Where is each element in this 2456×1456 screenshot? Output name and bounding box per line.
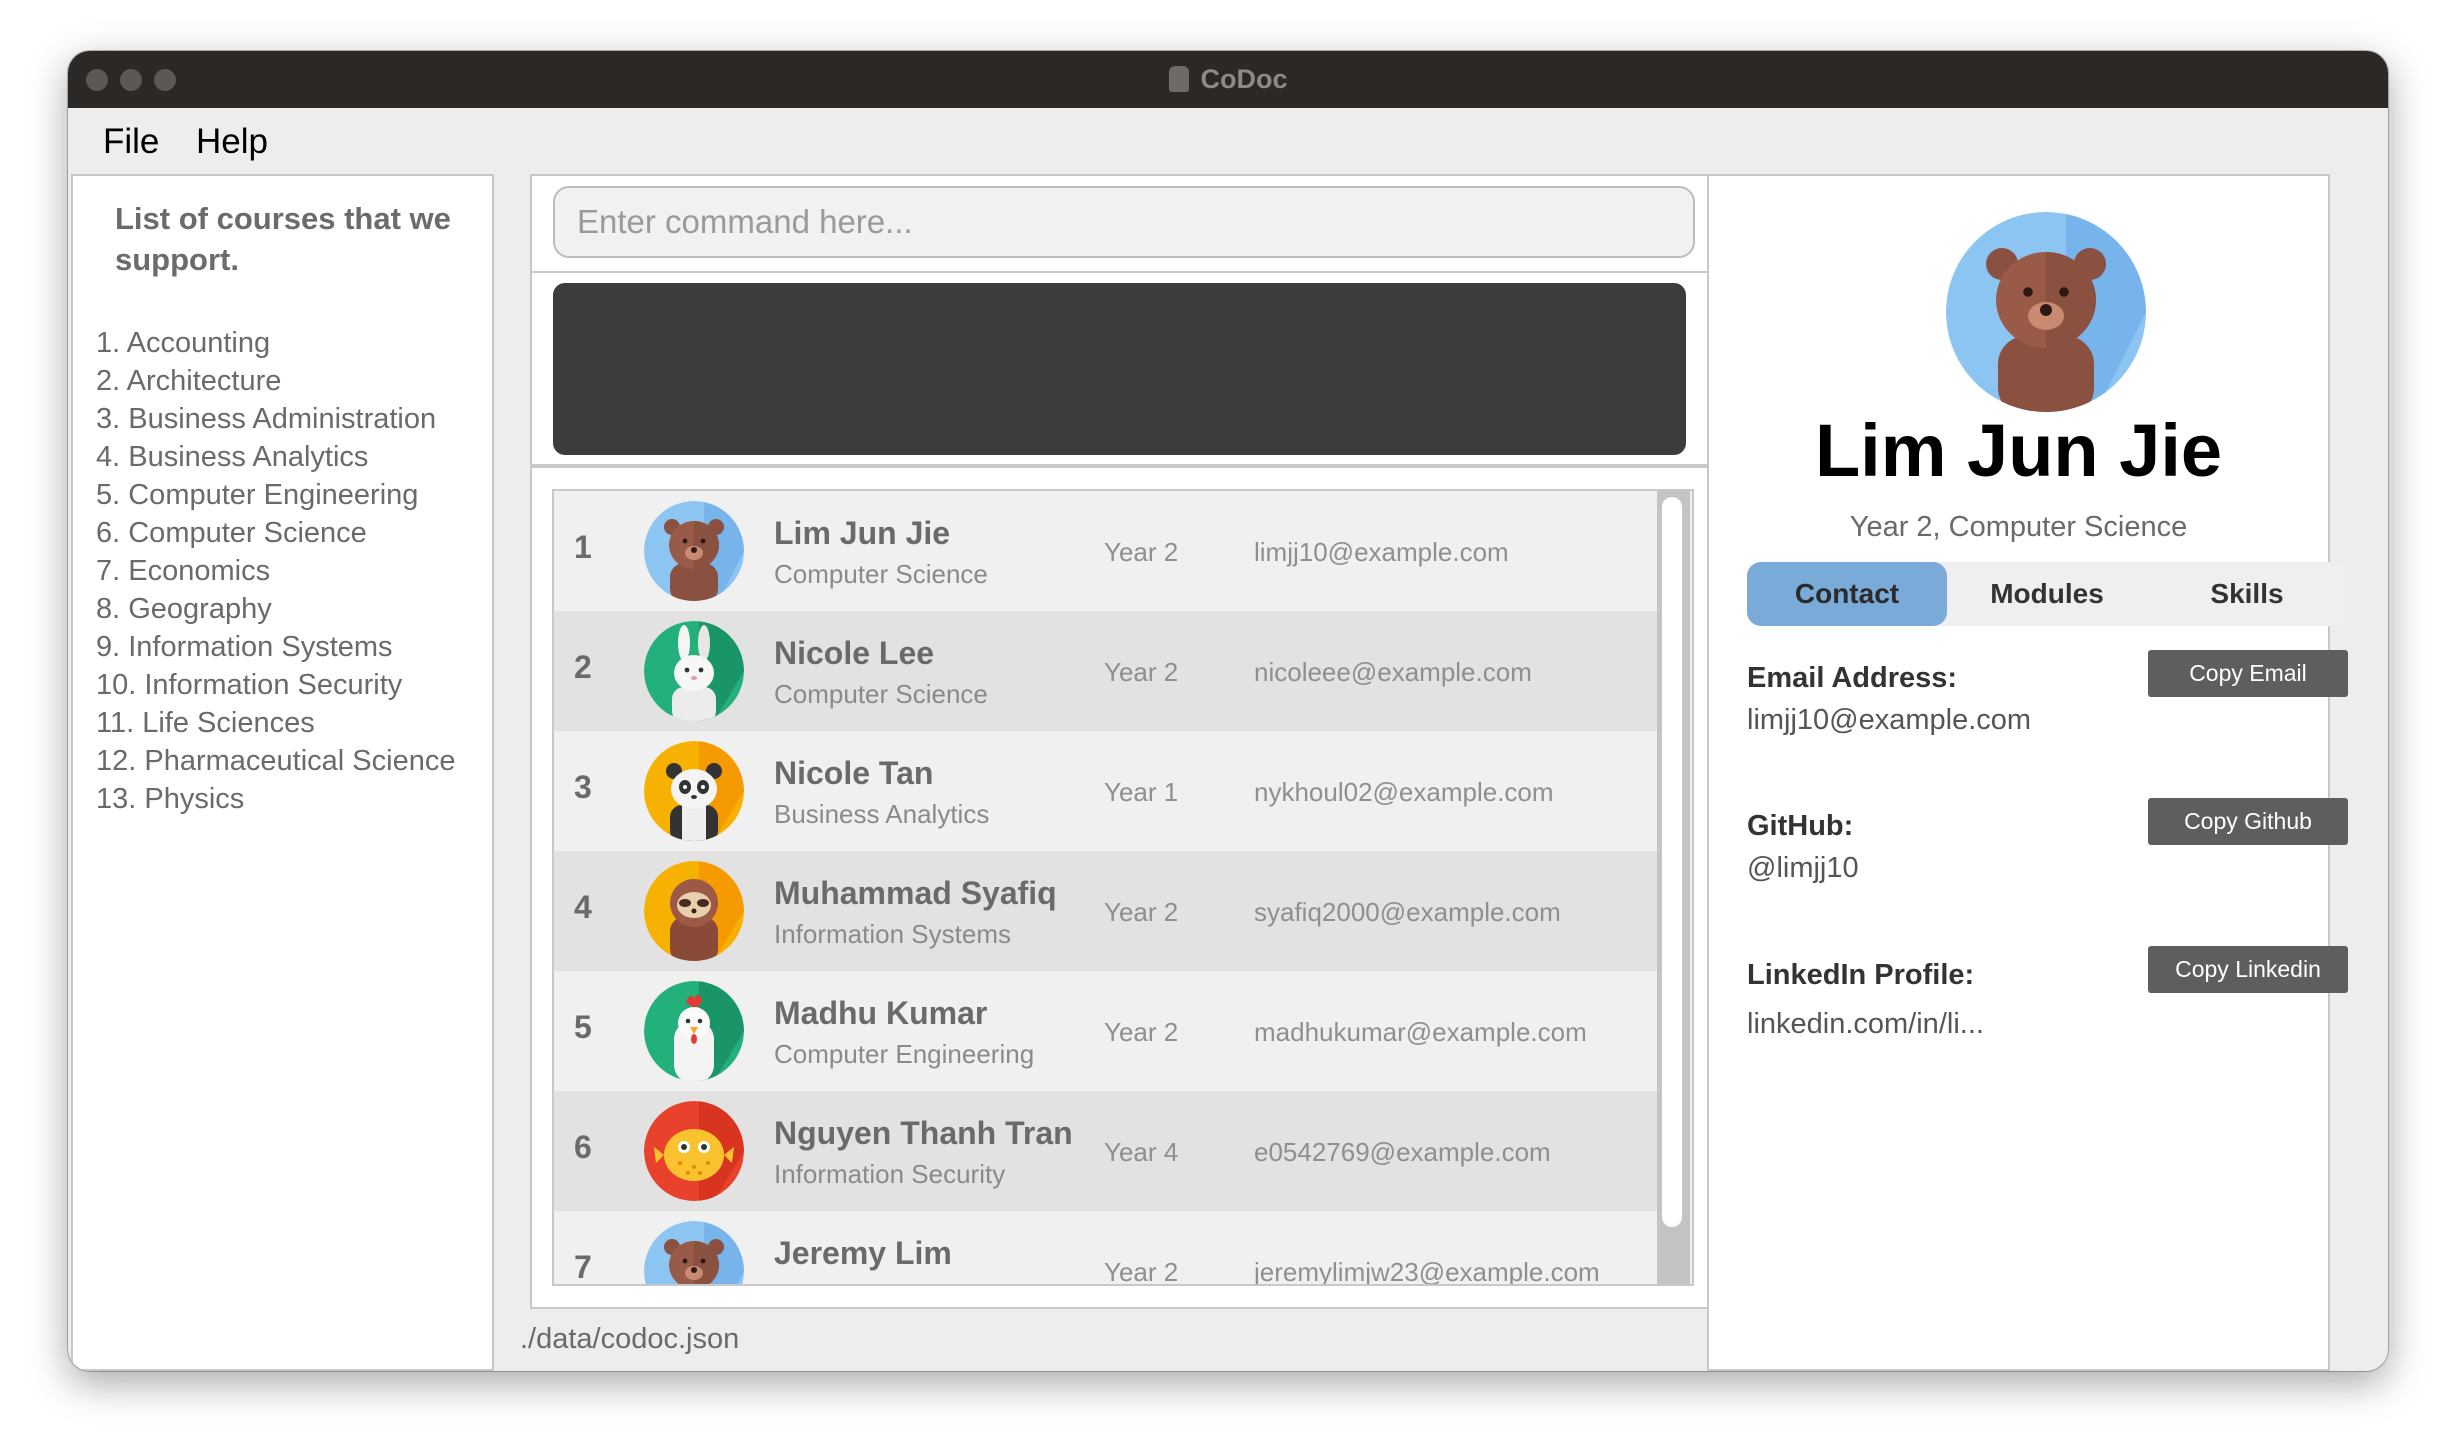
window-title-text: CoDoc [1200, 64, 1288, 94]
app-window: CoDoc File Help List of courses that we … [68, 51, 2388, 1371]
person-course: Computer Science [774, 679, 988, 709]
person-list-scrollbar[interactable] [1657, 491, 1690, 1284]
person-name: Nguyen Thanh Tran [774, 1115, 1073, 1151]
course-item: 2. Architecture [96, 365, 282, 397]
result-panel [530, 271, 1737, 466]
github-label: GitHub: [1747, 810, 1854, 842]
course-item: 12. Pharmaceutical Science [96, 745, 456, 777]
person-index: 1 [574, 529, 592, 565]
person-index: 5 [574, 1009, 592, 1045]
course-list-panel: List of courses that we support. 1. Acco… [71, 174, 494, 1371]
person-course: Computer Engineering [774, 1039, 1035, 1069]
scrollbar-thumb[interactable] [1662, 497, 1682, 1227]
linkedin-label: LinkedIn Profile: [1747, 959, 1975, 991]
menu-file[interactable]: File [103, 122, 159, 162]
person-list: 1 Lim Jun Jie Computer Science Year 2 limjj… [552, 489, 1694, 1286]
bear-icon [1946, 212, 2146, 412]
detail-subtitle: Year 2, Computer Science [1849, 511, 2188, 543]
person-year: Year 1 [1104, 777, 1179, 807]
email-value: limjj10@example.com [1747, 704, 2032, 736]
person-name: Nicole Lee [774, 635, 935, 671]
person-course: Information Systems [774, 919, 1011, 949]
copy-email-button[interactable]: Copy Email [2148, 650, 2348, 697]
person-email: jeremylimjw23@example.com [1254, 1257, 1600, 1286]
person-index: 6 [574, 1129, 592, 1165]
person-card[interactable]: 6 Nguyen Thanh Tran Information Security Y… [554, 1091, 1657, 1211]
course-item: 11. Life Sciences [96, 707, 315, 739]
person-index: 2 [574, 649, 592, 685]
person-year: Year 4 [1104, 1137, 1179, 1167]
tab-contact[interactable]: Contact [1747, 562, 1947, 626]
person-year: Year 2 [1104, 897, 1179, 927]
window-title: CoDoc [68, 51, 2388, 108]
person-year: Year 2 [1104, 537, 1179, 567]
person-year: Year 2 [1104, 1017, 1179, 1047]
person-email: madhukumar@example.com [1254, 1017, 1587, 1047]
course-item: 6. Computer Science [96, 517, 367, 549]
person-card[interactable]: 4 Muhammad Syafiq Information Systems Year… [554, 851, 1657, 971]
person-index: 4 [574, 889, 592, 925]
course-item: 7. Economics [96, 555, 271, 587]
status-bar-file-path: ./data/codoc.json [520, 1323, 740, 1355]
course-item: 9. Information Systems [96, 631, 393, 663]
person-email: nykhoul02@example.com [1254, 777, 1554, 807]
person-email: e0542769@example.com [1254, 1137, 1551, 1167]
command-input[interactable] [553, 186, 1695, 258]
copy-github-button[interactable]: Copy Github [2148, 798, 2348, 845]
email-label: Email Address: [1747, 662, 1958, 694]
course-list: 1. Accounting 2. Architecture 3. Business … [96, 324, 455, 818]
person-email: nicoleee@example.com [1254, 657, 1532, 687]
result-display [553, 283, 1686, 455]
sloth-icon [644, 861, 744, 961]
person-card[interactable]: 5 Madhu Kumar Computer Engineering Year 2 m… [554, 971, 1657, 1091]
bear-icon [644, 501, 744, 601]
course-list-heading: List of courses that we support. [115, 201, 451, 277]
course-item: 8. Geography [96, 593, 272, 625]
panda-icon [644, 741, 744, 841]
person-index: 7 [574, 1249, 592, 1285]
person-detail-panel: Lim Jun Jie Year 2, Computer Science Con… [1707, 174, 2348, 1371]
menu-help[interactable]: Help [196, 122, 268, 162]
linkedin-value: linkedin.com/in/li... [1747, 1008, 1984, 1040]
rabbit-icon [644, 621, 744, 721]
person-email: syafiq2000@example.com [1254, 897, 1561, 927]
detail-name: Lim Jun Jie [1814, 409, 2223, 492]
person-course: Computer Science [774, 559, 988, 589]
chicken-icon [644, 981, 744, 1081]
person-index: 3 [574, 769, 592, 805]
person-card[interactable]: 7 Jeremy Lim Year 2 jeremylimjw23@example.… [554, 1211, 1657, 1286]
course-item: 3. Business Administration [96, 403, 437, 435]
person-year: Year 2 [1104, 1257, 1179, 1286]
person-card[interactable]: 2 Nicole Lee Computer Science Year 2 nicole… [554, 611, 1657, 731]
bear-icon [644, 1221, 744, 1284]
tab-modules[interactable]: Modules [1947, 562, 2147, 626]
pufferfish-icon [644, 1101, 744, 1201]
title-bar: CoDoc [68, 51, 2388, 108]
person-list-panel: 1 Lim Jun Jie Computer Science Year 2 limjj… [530, 466, 1737, 1309]
detail-tabs: Contact Modules Skills [1747, 562, 2347, 626]
copy-linkedin-button[interactable]: Copy Linkedin [2148, 946, 2348, 993]
app-icon [1168, 66, 1189, 92]
tab-skills[interactable]: Skills [2147, 562, 2347, 626]
course-item: 10. Information Security [96, 669, 403, 701]
person-card[interactable]: 3 Nicole Tan Business Analytics Year 1 nykh… [554, 731, 1657, 851]
person-name: Madhu Kumar [774, 995, 988, 1031]
menu-bar: File Help [68, 108, 2388, 174]
person-name: Jeremy Lim [774, 1235, 952, 1271]
person-name: Nicole Tan [774, 755, 934, 791]
person-name: Lim Jun Jie [774, 515, 951, 551]
course-item: 5. Computer Engineering [96, 479, 419, 511]
course-item: 1. Accounting [96, 327, 271, 359]
person-course: Business Analytics [774, 799, 990, 829]
person-name: Muhammad Syafiq [774, 875, 1057, 911]
person-card[interactable]: 1 Lim Jun Jie Computer Science Year 2 limjj… [554, 491, 1657, 611]
person-year: Year 2 [1104, 657, 1179, 687]
course-item: 13. Physics [96, 783, 245, 815]
person-email: limjj10@example.com [1254, 537, 1509, 567]
course-item: 4. Business Analytics [96, 441, 369, 473]
person-course: Information Security [774, 1159, 1006, 1189]
github-value: @limjj10 [1747, 852, 1859, 884]
